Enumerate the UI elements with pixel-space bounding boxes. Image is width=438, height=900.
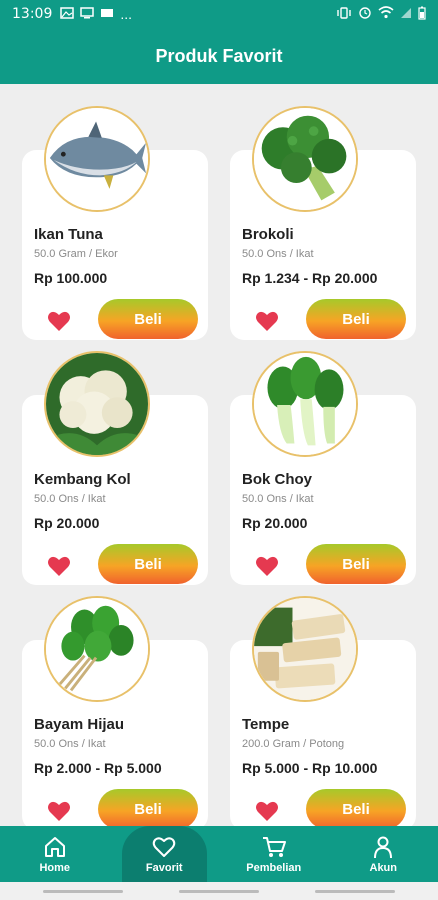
app-bar: Produk Favorit bbox=[0, 28, 438, 84]
product-image-spinach bbox=[44, 596, 150, 702]
bottom-navigation: Home Favorit Pembelian Akun bbox=[0, 826, 438, 882]
product-unit: 200.0 Gram / Potong bbox=[242, 738, 345, 750]
cart-icon bbox=[261, 834, 287, 860]
buy-button[interactable]: Beli bbox=[98, 544, 198, 584]
signal-icon bbox=[400, 7, 412, 22]
card-icon bbox=[100, 6, 114, 22]
heart-icon bbox=[48, 556, 70, 576]
buy-button[interactable]: Beli bbox=[98, 789, 198, 826]
product-card[interactable]: Kembang Kol 50.0 Ons / Ikat Rp 20.000 Be… bbox=[22, 351, 208, 585]
heart-icon bbox=[48, 311, 70, 331]
product-image-tuna bbox=[44, 106, 150, 212]
product-price: Rp 5.000 - Rp 10.000 bbox=[242, 760, 378, 776]
status-system-icons bbox=[336, 6, 426, 23]
favorite-heart-button[interactable] bbox=[44, 551, 74, 581]
product-name: Tempe bbox=[242, 716, 290, 733]
product-unit: 50.0 Ons / Ikat bbox=[242, 493, 314, 505]
product-image-broccoli bbox=[252, 106, 358, 212]
favorite-heart-button[interactable] bbox=[252, 306, 282, 336]
buy-button[interactable]: Beli bbox=[306, 544, 406, 584]
buy-button[interactable]: Beli bbox=[98, 299, 198, 339]
monitor-icon bbox=[80, 6, 95, 22]
product-name: Bayam Hijau bbox=[34, 716, 125, 733]
more-dots: ... bbox=[120, 6, 133, 22]
status-time: 13:09 bbox=[12, 6, 53, 22]
nav-item-pembelian[interactable]: Pembelian bbox=[219, 826, 329, 882]
gesture-bar bbox=[0, 882, 438, 900]
heart-icon bbox=[48, 801, 70, 821]
home-icon bbox=[42, 834, 68, 860]
favorite-heart-button[interactable] bbox=[252, 796, 282, 826]
product-card[interactable]: Bok Choy 50.0 Ons / Ikat Rp 20.000 Beli bbox=[230, 351, 416, 585]
wifi-icon bbox=[378, 6, 394, 22]
heart-icon bbox=[256, 311, 278, 331]
heart-icon bbox=[151, 834, 177, 860]
buy-button[interactable]: Beli bbox=[306, 789, 406, 826]
product-name: Ikan Tuna bbox=[34, 226, 103, 243]
product-unit: 50.0 Ons / Ikat bbox=[34, 738, 106, 750]
status-notification-icons: ... bbox=[60, 6, 132, 22]
favorite-heart-button[interactable] bbox=[44, 306, 74, 336]
product-card[interactable]: Tempe 200.0 Gram / Potong Rp 5.000 - Rp … bbox=[230, 596, 416, 826]
product-unit: 50.0 Ons / Ikat bbox=[34, 493, 106, 505]
heart-icon bbox=[256, 801, 278, 821]
product-price: Rp 1.234 - Rp 20.000 bbox=[242, 270, 378, 286]
product-card[interactable]: Brokoli 50.0 Ons / Ikat Rp 1.234 - Rp 20… bbox=[230, 106, 416, 340]
nav-item-home[interactable]: Home bbox=[0, 826, 110, 882]
gesture-handle bbox=[179, 889, 259, 893]
alarm-icon bbox=[358, 6, 372, 23]
product-grid[interactable]: Ikan Tuna 50.0 Gram / Ekor Rp 100.000 Be… bbox=[0, 84, 438, 826]
user-icon bbox=[370, 834, 396, 860]
product-price: Rp 20.000 bbox=[242, 515, 308, 531]
buy-button[interactable]: Beli bbox=[306, 299, 406, 339]
product-price: Rp 100.000 bbox=[34, 270, 108, 286]
nav-label: Favorit bbox=[145, 862, 183, 874]
nav-item-akun[interactable]: Akun bbox=[329, 826, 438, 882]
product-price: Rp 2.000 - Rp 5.000 bbox=[34, 760, 162, 776]
nav-item-favorit[interactable]: Favorit bbox=[110, 826, 220, 882]
product-price: Rp 20.000 bbox=[34, 515, 100, 531]
image-icon bbox=[60, 6, 75, 22]
favorite-heart-button[interactable] bbox=[252, 551, 282, 581]
gesture-handle bbox=[43, 889, 123, 893]
favorite-heart-button[interactable] bbox=[44, 796, 74, 826]
battery-icon bbox=[418, 6, 426, 23]
nav-label: Home bbox=[39, 862, 71, 874]
status-bar: 13:09 ... bbox=[0, 0, 438, 28]
vibrate-icon bbox=[336, 6, 352, 22]
product-image-bok-choy bbox=[252, 351, 358, 457]
product-card[interactable]: Bayam Hijau 50.0 Ons / Ikat Rp 2.000 - R… bbox=[22, 596, 208, 826]
page-title: Produk Favorit bbox=[155, 45, 283, 66]
nav-label: Pembelian bbox=[246, 862, 302, 874]
product-unit: 50.0 Ons / Ikat bbox=[242, 248, 314, 260]
product-image-cauliflower bbox=[44, 351, 150, 457]
heart-icon bbox=[256, 556, 278, 576]
product-name: Brokoli bbox=[242, 226, 294, 243]
product-name: Bok Choy bbox=[242, 471, 313, 488]
nav-label: Akun bbox=[369, 862, 398, 874]
product-unit: 50.0 Gram / Ekor bbox=[34, 248, 118, 260]
product-image-tempeh bbox=[252, 596, 358, 702]
product-card[interactable]: Ikan Tuna 50.0 Gram / Ekor Rp 100.000 Be… bbox=[22, 106, 208, 340]
gesture-handle bbox=[315, 889, 395, 893]
product-name: Kembang Kol bbox=[34, 471, 131, 488]
